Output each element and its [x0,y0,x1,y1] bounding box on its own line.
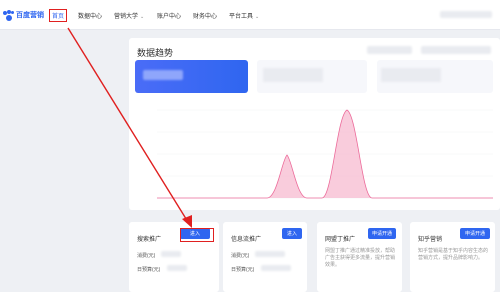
metric-value-blurred [381,68,441,82]
nav-platform-label: 平台工具 [229,14,254,20]
budget-value-blurred [167,265,187,271]
chevron-down-icon: ⌄ [140,14,145,20]
nav-home[interactable]: 首页 [49,9,68,22]
trend-chart [157,109,493,199]
card-title: 知乎营销 [418,237,443,243]
card-title: 信息流推广 [231,237,262,243]
apply-button[interactable]: 申请开通 [460,228,490,239]
chart-gridlines [157,109,493,199]
paw-logo-icon [3,9,14,21]
metric-card-active[interactable] [135,60,248,93]
zhihu-marketing-card: 知乎营销 申请开通 知乎营销是基于知乎内容生态的营销方式，提升品牌影响力。 [410,222,495,292]
card-title: 网盟丁推广 [325,237,356,243]
metric-card[interactable] [257,60,367,93]
filter-selector[interactable] [421,46,491,54]
spend-value-blurred [161,251,181,257]
spend-label: 消费(元) [137,253,156,259]
spend-label: 消费(元) [231,253,250,259]
metric-value-blurred [143,70,183,80]
alliance-promotion-card: 网盟丁推广 申请开通 网盟丁推广通过精准投放，帮助广告主获得更多流量，提升营销效… [317,222,402,292]
page-title: 数据趋势 [137,48,174,58]
budget-label: 日预算(元) [231,267,255,273]
metric-card[interactable] [377,60,493,93]
nav-platform[interactable]: 平台工具 ⌄ [229,11,259,20]
data-trend-panel: 数据趋势 [129,38,500,210]
apply-button[interactable]: 申请开通 [368,228,396,239]
user-info-blurred[interactable] [440,11,492,18]
card-description: 网盟丁推广通过精准投放，帮助广告主获得更多流量，提升营销效果。 [325,248,396,268]
brand-name: 百度营销 [16,12,44,19]
nav-marketing-label: 营销大学 [114,14,139,20]
brand-logo[interactable]: 百度营销 [3,8,44,22]
nav-data-center[interactable]: 数据中心 [78,11,102,20]
nav-marketing[interactable]: 营销大学 ⌄ [114,11,144,20]
card-description: 知乎营销是基于知乎内容生态的营销方式，提升品牌影响力。 [418,248,489,261]
top-navigation-bar: 百度营销 首页 数据中心 营销大学 ⌄ 账户中心 财务中心 平台工具 ⌄ [0,0,500,30]
nav-account[interactable]: 账户中心 [157,11,181,20]
nav-finance[interactable]: 财务中心 [193,11,217,20]
date-range-selector[interactable] [367,46,412,54]
spend-value-blurred [255,251,285,257]
enter-button[interactable]: 进入 [282,228,302,239]
metric-value-blurred [263,68,323,82]
budget-value-blurred [261,265,291,271]
annotation-highlight-box [180,228,214,242]
chevron-down-icon: ⌄ [255,14,260,20]
budget-label: 日预算(元) [137,267,161,273]
feed-promotion-card: 信息流推广 进入 消费(元) 日预算(元) [223,222,307,292]
card-title: 搜索推广 [137,237,162,243]
